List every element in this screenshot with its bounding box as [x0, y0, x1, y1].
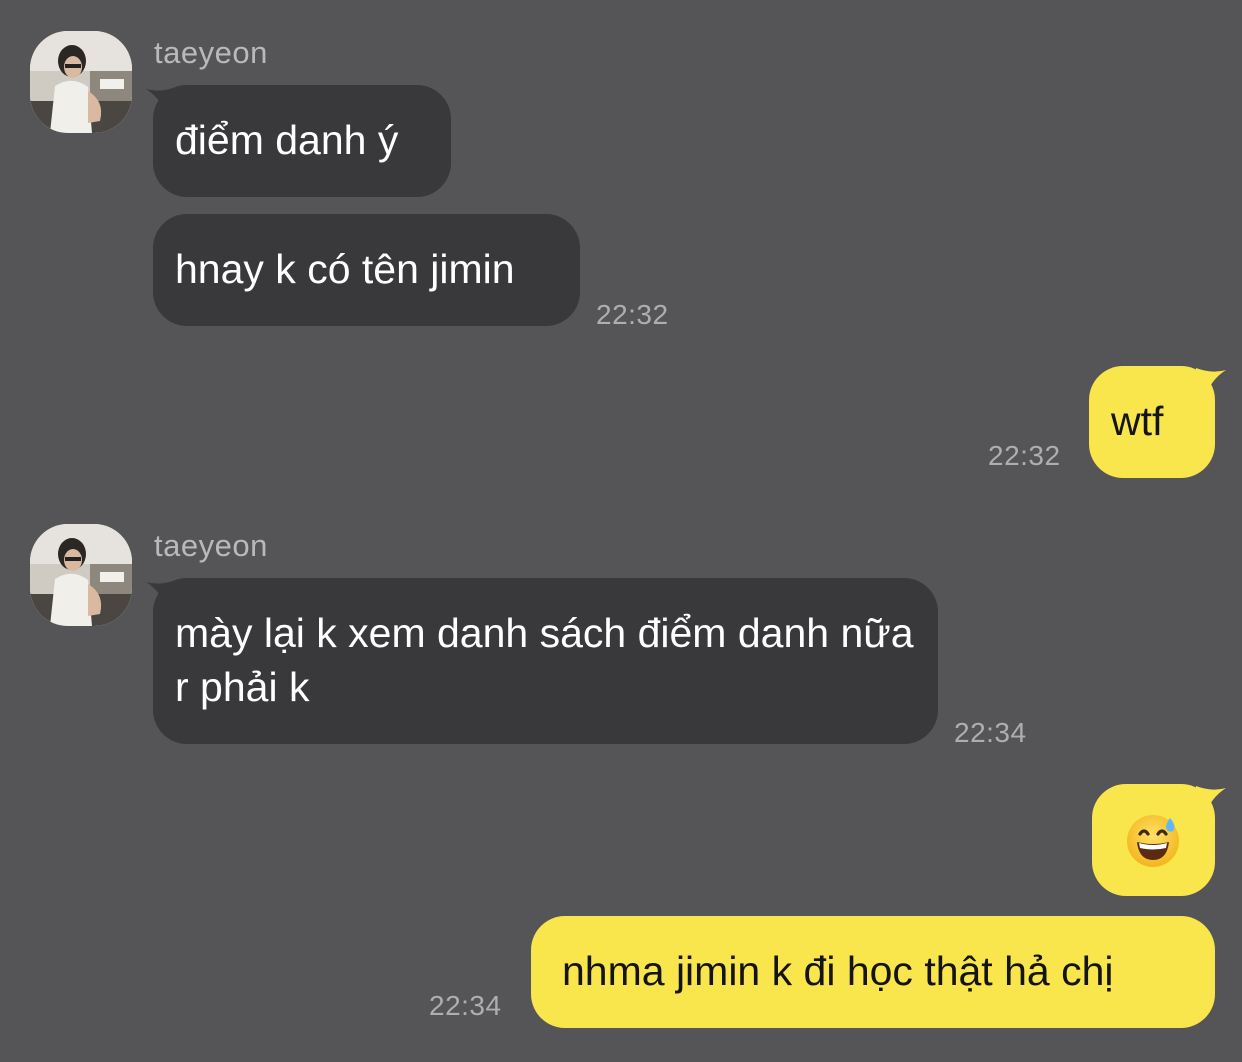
message-text: nhma jimin k đi học thật hả chị — [562, 948, 1114, 994]
message-text: hnay k có tên jimin — [175, 246, 515, 292]
sender-avatar[interactable] — [30, 524, 132, 626]
message-timestamp: 22:32 — [988, 440, 1061, 471]
avatar-photo — [30, 31, 132, 133]
message-bubble[interactable]: wtf — [1089, 366, 1215, 478]
message-timestamp: 22:32 — [596, 299, 669, 330]
sender-avatar[interactable] — [30, 31, 132, 133]
sender-name: taeyeon — [154, 35, 268, 70]
avatar-photo — [30, 524, 132, 626]
message-bubble[interactable]: điểm danh ý — [153, 85, 451, 197]
message-text: mày lại k xem danh sách điểm danh nữa r … — [175, 610, 914, 710]
sender-name: taeyeon — [154, 528, 268, 563]
message-text: wtf — [1111, 398, 1164, 444]
message-bubble[interactable]: nhma jimin k đi học thật hả chị — [531, 916, 1215, 1028]
message-bubble[interactable]: mày lại k xem danh sách điểm danh nữa r … — [153, 578, 938, 744]
message-bubble[interactable]: hnay k có tên jimin — [153, 214, 580, 326]
message-timestamp: 22:34 — [954, 717, 1027, 748]
message-text: điểm danh ý — [175, 117, 399, 163]
message-timestamp: 22:34 — [429, 990, 502, 1021]
grinning-face-with-sweat-icon — [1125, 812, 1181, 868]
emoji-bubble[interactable] — [1092, 784, 1215, 896]
